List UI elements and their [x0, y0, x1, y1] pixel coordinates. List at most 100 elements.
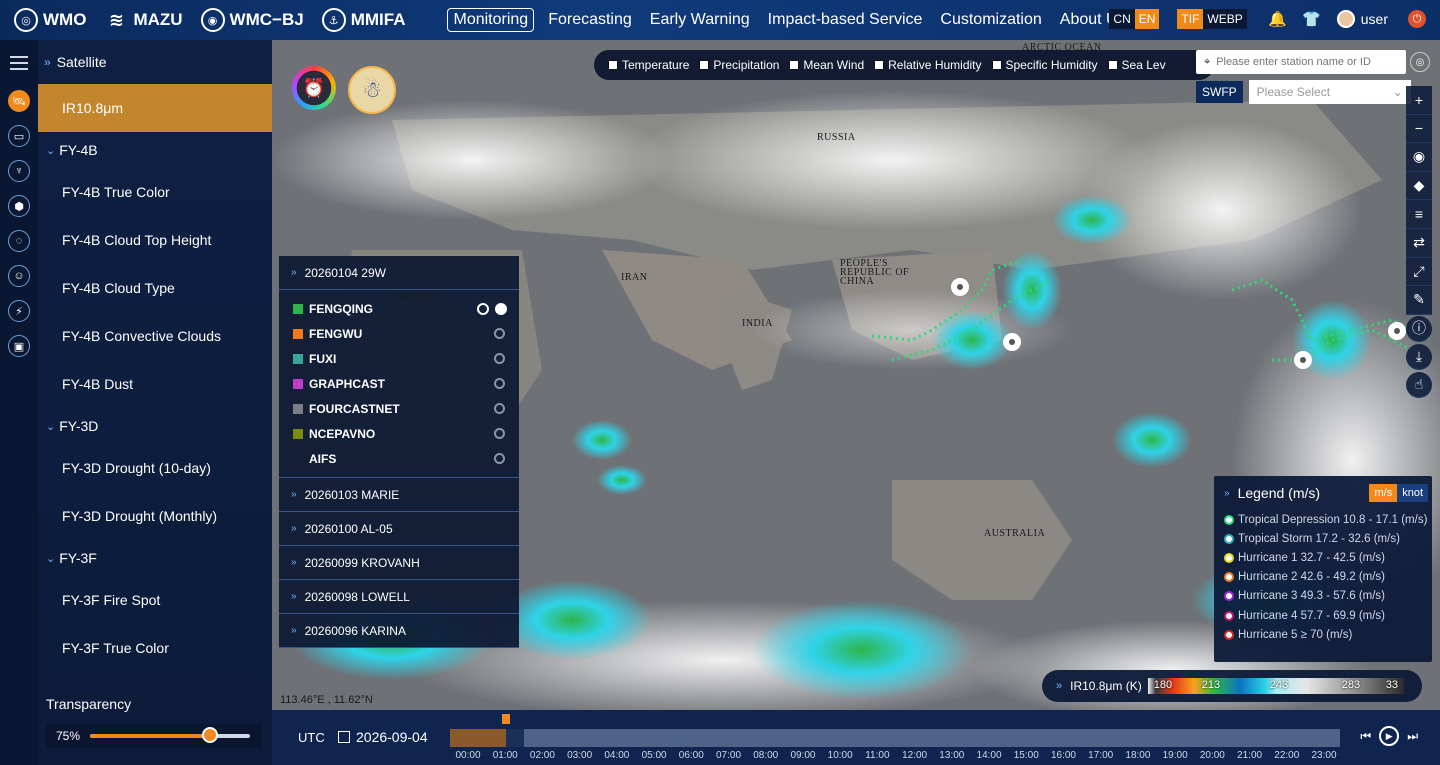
eye-icon[interactable] [477, 302, 489, 315]
chevron-down-icon: ⌄ [46, 144, 56, 157]
group-fy3f[interactable]: ⌄ FY-3F [38, 540, 272, 576]
time-track[interactable] [450, 729, 1340, 747]
transparency-slider[interactable] [90, 727, 251, 743]
lang-en-button[interactable]: EN [1134, 9, 1160, 29]
transparency-value: 75% [56, 729, 81, 743]
eye-icon[interactable] [494, 453, 505, 464]
product-ir108[interactable]: IR10.8μm [38, 84, 272, 132]
product-fy3d-drought-10day[interactable]: FY-3D Drought (10-day) [38, 444, 272, 492]
eye-icon[interactable] [494, 328, 505, 339]
model-aifs[interactable]: AIFS [279, 446, 519, 471]
typhoon-item-krovanh[interactable]: » 20260099 KROVANH [279, 546, 519, 580]
model-fuxi[interactable]: FUXI [279, 346, 519, 371]
monitor-icon[interactable]: ▭ [8, 125, 30, 147]
logo-mazu[interactable]: ≋ MAZU [104, 8, 183, 32]
hexagon-icon[interactable]: ⬢ [8, 195, 30, 217]
shirt-icon[interactable]: 👕 [1301, 8, 1323, 30]
lang-cn-button[interactable]: CN [1109, 9, 1135, 29]
nav-early-warning[interactable]: Early Warning [646, 8, 754, 32]
typhoon-item-29w[interactable]: » 20260104 29W [279, 256, 519, 290]
model-fengwu[interactable]: FENGWU [279, 321, 519, 346]
logo-wmo[interactable]: ◎ WMO [14, 8, 86, 32]
typhoon-item-marie[interactable]: » 20260103 MARIE [279, 478, 519, 512]
next-frame-icon[interactable]: ⏭ [1407, 729, 1418, 744]
product-fy3d-drought-monthly[interactable]: FY-3D Drought (Monthly) [38, 492, 272, 540]
model-list: FENGQING FENGWU FUXI GRAPHCAST FOURCASTN… [279, 290, 519, 478]
eye-icon[interactable] [494, 353, 505, 364]
toggle-precipitation[interactable]: Precipitation [699, 58, 779, 72]
swfp-select[interactable]: Please Select ⌄ [1248, 80, 1411, 104]
product-fy4b-cloud-top-height[interactable]: FY-4B Cloud Top Height [38, 216, 272, 264]
typhoon-item-al05[interactable]: » 20260100 AL-05 [279, 512, 519, 546]
model-graphcast[interactable]: GRAPHCAST [279, 371, 519, 396]
nav-monitoring[interactable]: Monitoring [447, 8, 535, 32]
unit-ms-button[interactable]: m/s [1369, 484, 1398, 502]
time-marker[interactable] [502, 714, 510, 724]
robot-icon[interactable]: ☺ [8, 265, 30, 287]
hour-label: 22:00 [1274, 750, 1300, 761]
mascot-icon[interactable]: ☃ [348, 66, 396, 114]
slider-thumb[interactable] [202, 727, 219, 743]
station-search-input[interactable] [1216, 56, 1387, 68]
toggle-relative-humidity[interactable]: Relative Humidity [874, 58, 982, 72]
chevron-right-icon: » [291, 591, 297, 602]
locate-icon[interactable]: ◎ [1410, 52, 1430, 72]
hour-label: 08:00 [753, 750, 779, 761]
alarm-icon[interactable]: ⏰ [292, 66, 336, 110]
zoom-in-icon[interactable]: + [1406, 86, 1432, 115]
chart-icon[interactable]: ▣ [8, 335, 30, 357]
download-icon[interactable]: ⤓ [1406, 343, 1432, 370]
toggle-sea-level[interactable]: Sea Lev [1107, 58, 1166, 72]
typhoon-item-lowell[interactable]: » 20260098 LOWELL [279, 580, 519, 614]
menu-icon[interactable] [10, 56, 28, 70]
colorbar-tick: 180 [1153, 679, 1173, 691]
product-fy3f-true-color[interactable]: FY-3F True Color [38, 624, 272, 672]
expand-icon[interactable]: ⤢ [1406, 257, 1432, 287]
logo-mmifa[interactable]: ⚓ MMIFA [321, 8, 405, 32]
date-picker[interactable]: 2026-09-04 [338, 729, 428, 745]
play-icon[interactable]: ▶ [1379, 726, 1400, 746]
toggle-temperature[interactable]: Temperature [608, 58, 689, 72]
nav-forecasting[interactable]: Forecasting [544, 8, 636, 32]
satellite-icon[interactable]: 🛰 [8, 90, 30, 112]
prev-frame-icon[interactable]: ⏮ [1360, 729, 1371, 744]
product-fy3f-fire-spot[interactable]: FY-3F Fire Spot [38, 576, 272, 624]
nav-customization[interactable]: Customization [936, 8, 1045, 32]
typhoon-item-karina[interactable]: » 20260096 KARINA [279, 614, 519, 648]
logo-wmc-bj[interactable]: ◉ WMC−BJ [200, 8, 304, 32]
product-fy4b-cloud-type[interactable]: FY-4B Cloud Type [38, 264, 272, 312]
label-australia: AUSTRALIA [984, 528, 1046, 539]
eye-icon[interactable] [494, 378, 505, 389]
bell-icon[interactable]: 🔔 [1267, 8, 1289, 30]
user-menu[interactable]: user [1336, 10, 1388, 28]
info-icon[interactable]: ⓘ [1406, 315, 1432, 342]
pointer-icon[interactable]: ☝ [1406, 371, 1432, 398]
nav-impact-based-service[interactable]: Impact-based Service [764, 8, 927, 32]
target-icon[interactable]: ◉ [1406, 143, 1432, 172]
product-fy4b-true-color[interactable]: FY-4B True Color [38, 168, 272, 216]
toggle-specific-humidity[interactable]: Specific Humidity [991, 58, 1098, 72]
group-fy4b[interactable]: ⌄ FY-4B [38, 132, 272, 168]
product-fy4b-dust[interactable]: FY-4B Dust [38, 360, 272, 408]
eye-icon[interactable] [494, 428, 505, 439]
model-ncepavno[interactable]: NCEPAVNO [279, 421, 519, 446]
unit-knot-button[interactable]: knot [1397, 484, 1428, 502]
format-webp-button[interactable]: WEBP [1203, 9, 1247, 29]
cycle-icon[interactable]: ◌ [8, 230, 30, 252]
group-fy3d[interactable]: ⌄ FY-3D [38, 408, 272, 444]
zoom-out-icon[interactable]: − [1406, 114, 1432, 144]
power-icon[interactable]: ⏻ [1408, 10, 1426, 28]
edit-icon[interactable]: ✎ [1406, 286, 1432, 315]
model-fourcastnet[interactable]: FOURCASTNET [279, 396, 519, 421]
play-icon[interactable] [495, 302, 507, 315]
stack-icon[interactable]: ≡ [1406, 200, 1432, 229]
product-fy4b-convective-clouds[interactable]: FY-4B Convective Clouds [38, 312, 272, 360]
eye-icon[interactable] [494, 403, 505, 414]
station-icon[interactable]: ♆ [8, 160, 30, 182]
format-tif-button[interactable]: TIF [1177, 9, 1204, 29]
layers-icon[interactable]: ◆ [1406, 171, 1432, 201]
map-canvas[interactable]: RUSSIA PEOPLE'S REPUBLIC OF CHINA IRAN I… [272, 40, 1440, 710]
toggle-mean-wind[interactable]: Mean Wind [789, 58, 864, 72]
swap-icon[interactable]: ⇄ [1406, 228, 1432, 258]
lightning-icon[interactable]: ⚡ [8, 300, 30, 322]
